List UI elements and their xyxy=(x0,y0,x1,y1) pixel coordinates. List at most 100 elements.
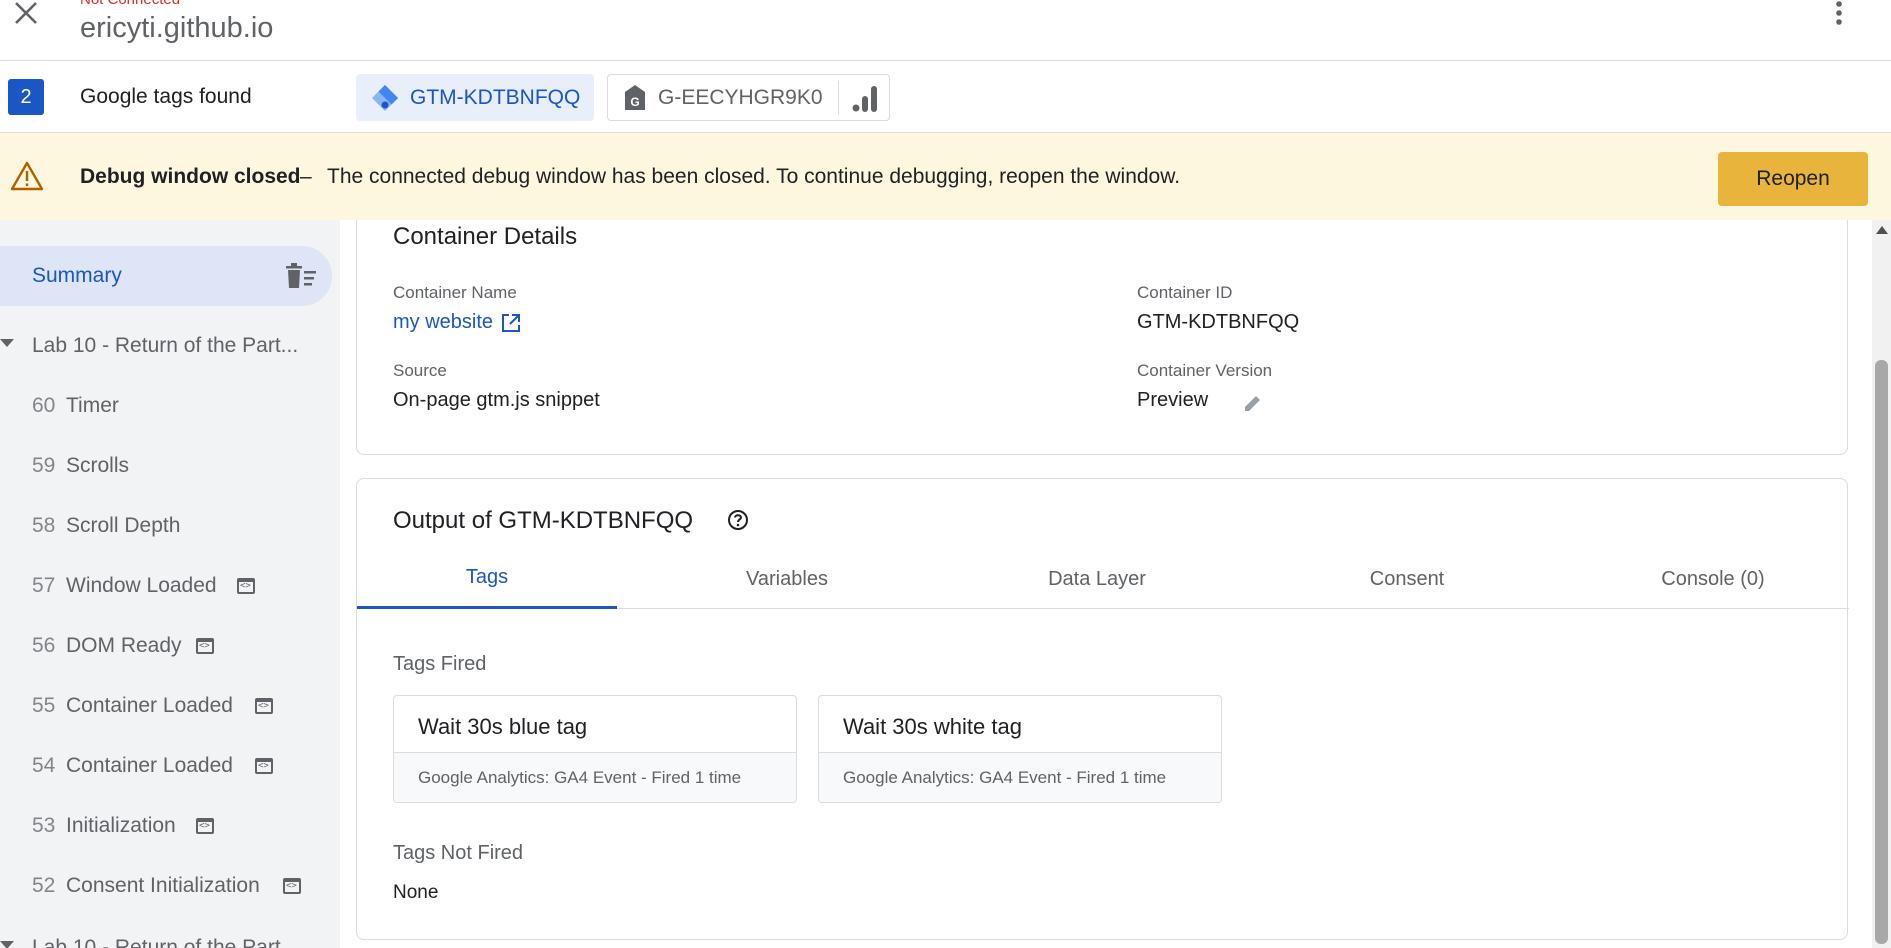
event-item[interactable]: 53 Initialization <> xyxy=(0,804,330,850)
code-icon: <> xyxy=(237,578,255,594)
code-icon: <> xyxy=(196,818,214,834)
banner-separator: – xyxy=(300,165,312,188)
event-item[interactable]: 55 Container Loaded <> xyxy=(0,684,330,730)
tag-chip-gtm[interactable]: GTM-KDTBNFQQ xyxy=(356,74,594,121)
tab-consent[interactable]: Consent xyxy=(1237,549,1577,609)
fired-tag-card[interactable]: Wait 30s blue tag Google Analytics: GA4 … xyxy=(393,695,797,803)
scroll-up-arrow-icon[interactable] xyxy=(1876,226,1888,234)
event-item[interactable]: 54 Container Loaded <> xyxy=(0,744,330,790)
event-label: Timer xyxy=(66,394,119,417)
event-sidebar: Summary Lab 10 - Return of the Part... 6… xyxy=(0,220,340,948)
output-tabs: Tags Variables Data Layer Consent Consol… xyxy=(357,549,1849,609)
event-item[interactable]: 52 Consent Initialization <> xyxy=(0,864,330,910)
tag-footer: Google Analytics: GA4 Event - Fired 1 ti… xyxy=(394,752,796,802)
event-number: 53 xyxy=(32,814,56,837)
fired-tag-card[interactable]: Wait 30s white tag Google Analytics: GA4… xyxy=(818,695,1222,803)
analytics-bars-icon[interactable] xyxy=(851,85,879,113)
code-icon: <> xyxy=(283,878,301,894)
container-name-link[interactable]: my website xyxy=(393,311,521,334)
scroll-thumb[interactable] xyxy=(1875,360,1888,944)
tag-description: Google Analytics: GA4 Event - Fired 1 ti… xyxy=(418,768,742,787)
tab-data-layer[interactable]: Data Layer xyxy=(957,549,1237,609)
reopen-button[interactable]: Reopen xyxy=(1718,152,1868,206)
event-label: Container Loaded xyxy=(66,694,233,717)
container-id-value: GTM-KDTBNFQQ xyxy=(1137,311,1300,333)
event-label: Consent Initialization xyxy=(66,874,260,897)
version-value: Preview xyxy=(1137,389,1209,411)
edit-pencil-icon[interactable] xyxy=(1243,393,1263,413)
details-title: Container Details xyxy=(393,223,578,250)
expand-caret-icon xyxy=(0,941,14,948)
help-icon[interactable] xyxy=(727,509,749,531)
event-number: 58 xyxy=(32,514,56,537)
tags-not-fired-value: None xyxy=(393,882,439,903)
tag-name: Wait 30s blue tag xyxy=(418,714,588,739)
sidebar-item-summary[interactable]: Summary xyxy=(0,246,332,306)
event-label: Scrolls xyxy=(66,454,130,477)
top-bar: Not Connected ericyti.github.io xyxy=(0,0,1891,61)
event-label: Initialization xyxy=(66,814,176,837)
expand-caret-icon xyxy=(0,339,14,347)
event-item[interactable]: 59 Scrolls xyxy=(0,444,330,490)
tag-chip-ga4[interactable]: G G-EECYHGR9K0 xyxy=(607,74,890,121)
event-number: 60 xyxy=(32,394,56,417)
warning-banner: Debug window closed – The connected debu… xyxy=(0,133,1891,220)
open-in-new-icon xyxy=(502,313,521,332)
more-vert-icon[interactable] xyxy=(1827,0,1851,30)
tab-tags[interactable]: Tags xyxy=(357,549,617,609)
group-title: Lab 10 - Return of the Part... xyxy=(32,334,299,357)
event-number: 56 xyxy=(32,634,56,657)
tag-name: Wait 30s white tag xyxy=(843,714,1022,739)
svg-text:G: G xyxy=(630,95,639,109)
group-title: Lab 10 - Return of the Part... xyxy=(32,936,299,948)
main-content: Container Details Container Name my webs… xyxy=(340,220,1872,948)
close-icon[interactable] xyxy=(12,0,42,30)
event-label: Scroll Depth xyxy=(66,514,181,537)
connection-status: Not Connected xyxy=(80,0,180,8)
summary-label: Summary xyxy=(32,264,122,287)
source-value: On-page gtm.js snippet xyxy=(393,389,600,411)
tags-not-fired-label: Tags Not Fired xyxy=(393,842,524,864)
event-number: 54 xyxy=(32,754,56,777)
tags-bar: 2 Google tags found GTM-KDTBNFQQ G G-EEC… xyxy=(0,61,1891,133)
tag-count-badge: 2 xyxy=(8,79,44,115)
tab-console[interactable]: Console (0) xyxy=(1577,549,1849,609)
code-icon: <> xyxy=(196,638,214,654)
google-tag-icon: G xyxy=(625,84,645,110)
tag-description: Google Analytics: GA4 Event - Fired 1 ti… xyxy=(843,768,1167,787)
event-number: 57 xyxy=(32,574,56,597)
output-card: Output of GTM-KDTBNFQQ Tags Variables Da… xyxy=(356,478,1849,940)
event-item[interactable]: 56 DOM Ready <> xyxy=(0,624,330,670)
container-details-card: Container Details Container Name my webs… xyxy=(356,220,1848,455)
event-number: 59 xyxy=(32,454,56,477)
sidebar-group-header[interactable]: Lab 10 - Return of the Part... xyxy=(0,326,330,366)
event-item[interactable]: 57 Window Loaded <> xyxy=(0,564,330,610)
event-number: 52 xyxy=(32,874,56,897)
event-item[interactable]: 60 Timer xyxy=(0,384,330,430)
sidebar-group-header[interactable]: Lab 10 - Return of the Part... xyxy=(0,928,330,948)
tab-variables[interactable]: Variables xyxy=(617,549,957,609)
event-number: 55 xyxy=(32,694,56,717)
clear-trash-icon[interactable] xyxy=(285,262,317,290)
chip-label: GTM-KDTBNFQQ xyxy=(410,85,581,109)
container-id-label: Container ID xyxy=(1137,283,1233,302)
code-icon: <> xyxy=(255,758,273,774)
domain-title: ericyti.github.io xyxy=(80,12,274,44)
tags-found-label: Google tags found xyxy=(80,85,252,108)
tags-fired-label: Tags Fired xyxy=(393,653,487,675)
event-label: Window Loaded xyxy=(66,574,217,597)
container-name-value: my website xyxy=(393,311,494,333)
banner-title: Debug window closed xyxy=(80,165,301,188)
warning-icon xyxy=(10,161,44,191)
gtm-diamond-icon xyxy=(372,84,398,111)
event-label: DOM Ready xyxy=(66,634,182,657)
main-scrollbar[interactable] xyxy=(1872,220,1891,948)
tag-footer: Google Analytics: GA4 Event - Fired 1 ti… xyxy=(819,752,1221,802)
source-label: Source xyxy=(393,361,447,380)
banner-message: The connected debug window has been clos… xyxy=(327,165,1181,188)
code-icon: <> xyxy=(255,698,273,714)
event-label: Container Loaded xyxy=(66,754,233,777)
chip-divider xyxy=(838,81,839,115)
event-item[interactable]: 58 Scroll Depth xyxy=(0,504,330,550)
version-label: Container Version xyxy=(1137,361,1273,380)
